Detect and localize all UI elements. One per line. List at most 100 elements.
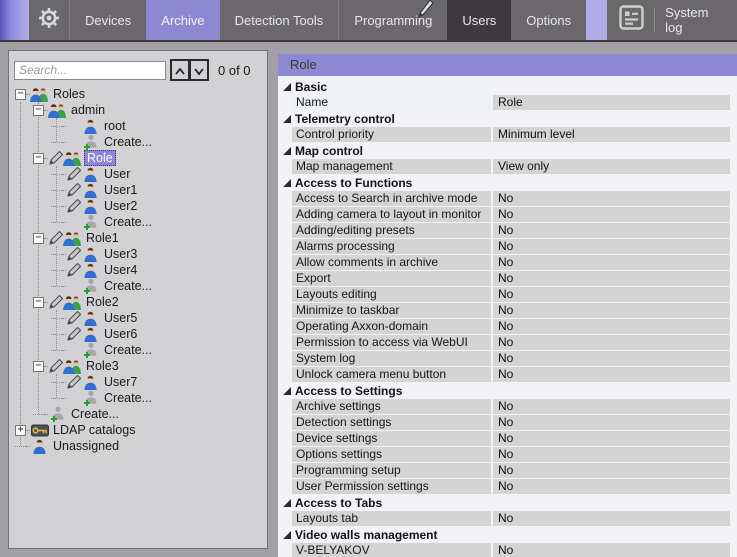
property-row-options-settings: Options settingsNo: [278, 447, 737, 462]
tab-options[interactable]: Options: [511, 0, 586, 40]
tree-item-ldap-catalogs[interactable]: +LDAP catalogs: [9, 422, 267, 438]
tab-users[interactable]: Users: [447, 0, 511, 40]
pencil-icon: [66, 311, 81, 325]
category-telemetry-control[interactable]: Telemetry control: [278, 111, 737, 127]
pencil-cursor-icon: [417, 0, 434, 24]
settings-gear-button[interactable]: [29, 0, 69, 40]
row-right-margin: [730, 335, 737, 350]
tree-connector: [51, 286, 62, 287]
collapse-expander-icon[interactable]: −: [33, 297, 44, 308]
tree-item-create[interactable]: Create...: [9, 406, 267, 422]
property-value[interactable]: No: [493, 399, 730, 414]
tab-label: Users: [462, 13, 496, 28]
property-value[interactable]: No: [493, 287, 730, 302]
property-value[interactable]: No: [493, 463, 730, 478]
tree-item-create[interactable]: Create...: [9, 134, 267, 150]
property-value[interactable]: No: [493, 239, 730, 254]
property-row-permission-to-access-via-webui: Permission to access via WebUINo: [278, 335, 737, 350]
row-gutter: [278, 287, 292, 302]
tree-item-role[interactable]: −Role: [9, 150, 267, 166]
tree-item-user6[interactable]: User6: [9, 326, 267, 342]
tree-connector: [51, 270, 62, 271]
property-name: Options settings: [292, 447, 491, 462]
tree-item-user1[interactable]: User1: [9, 182, 267, 198]
tree-item-user2[interactable]: User2: [9, 198, 267, 214]
collapse-expander-icon[interactable]: −: [15, 89, 26, 100]
property-value[interactable]: No: [493, 271, 730, 286]
collapse-expander-icon[interactable]: −: [33, 361, 44, 372]
tree-item-create[interactable]: Create...: [9, 342, 267, 358]
property-value[interactable]: Minimum level: [493, 127, 730, 142]
property-value[interactable]: No: [493, 191, 730, 206]
category-map-control[interactable]: Map control: [278, 143, 737, 159]
tree-item-user3[interactable]: User3: [9, 246, 267, 262]
property-value[interactable]: No: [493, 303, 730, 318]
tree-connector: [33, 414, 44, 415]
tree-connector: [62, 126, 66, 127]
tree-connector: [51, 398, 62, 399]
property-value[interactable]: Role: [493, 95, 730, 110]
person-icon: [30, 439, 49, 454]
property-value[interactable]: No: [493, 447, 730, 462]
property-value[interactable]: No: [493, 207, 730, 222]
property-value[interactable]: No: [493, 367, 730, 382]
collapse-expander-icon[interactable]: −: [33, 153, 44, 164]
tree-item-role2[interactable]: −Role2: [9, 294, 267, 310]
tree-item-role3[interactable]: −Role3: [9, 358, 267, 374]
tree-connector: [62, 286, 66, 287]
property-value[interactable]: View only: [493, 159, 730, 174]
tab-archive[interactable]: Archive: [146, 0, 219, 40]
tab-detection-tools[interactable]: Detection Tools: [220, 0, 339, 40]
tree-connector: [15, 446, 26, 447]
tree-item-unassigned[interactable]: Unassigned: [9, 438, 267, 454]
tree-item-create[interactable]: Create...: [9, 278, 267, 294]
property-value[interactable]: No: [493, 255, 730, 270]
tab-label: Options: [526, 13, 571, 28]
property-name: Alarms processing: [292, 239, 491, 254]
row-right-margin: [730, 319, 737, 334]
row-gutter: [278, 479, 292, 494]
tree-item-create[interactable]: Create...: [9, 390, 267, 406]
property-value[interactable]: No: [493, 479, 730, 494]
tree-item-label: User6: [102, 327, 139, 341]
property-value[interactable]: No: [493, 511, 730, 526]
tab-devices[interactable]: Devices: [69, 0, 146, 40]
property-value[interactable]: No: [493, 223, 730, 238]
tree-item-role1[interactable]: −Role1: [9, 230, 267, 246]
expand-expander-icon[interactable]: +: [15, 425, 26, 436]
property-value[interactable]: No: [493, 543, 730, 557]
property-value[interactable]: No: [493, 319, 730, 334]
tree-item-label: Create...: [102, 343, 154, 357]
collapse-expander-icon[interactable]: −: [33, 233, 44, 244]
category-basic[interactable]: Basic: [278, 79, 737, 95]
system-log-button[interactable]: System log: [607, 0, 737, 40]
category-access-to-functions[interactable]: Access to Functions: [278, 175, 737, 191]
property-value[interactable]: No: [493, 335, 730, 350]
category-access-to-tabs[interactable]: Access to Tabs: [278, 495, 737, 511]
tree-item-admin[interactable]: −admin: [9, 102, 267, 118]
search-input[interactable]: [14, 61, 166, 80]
tree-item-root[interactable]: root: [9, 118, 267, 134]
collapse-triangle-icon: [283, 179, 291, 187]
property-row-layouts-tab: Layouts tabNo: [278, 511, 737, 526]
category-video-walls-management[interactable]: Video walls management: [278, 527, 737, 543]
category-access-to-settings[interactable]: Access to Settings: [278, 383, 737, 399]
tree-item-user[interactable]: User: [9, 166, 267, 182]
search-prev-button[interactable]: [170, 59, 190, 81]
property-name: Archive settings: [292, 399, 491, 414]
property-row-detection-settings: Detection settingsNo: [278, 415, 737, 430]
property-value[interactable]: No: [493, 431, 730, 446]
tree-item-user4[interactable]: User4: [9, 262, 267, 278]
collapse-expander-icon[interactable]: −: [33, 105, 44, 116]
tree-connector: [62, 398, 66, 399]
search-next-button[interactable]: [189, 59, 209, 81]
tree-item-create[interactable]: Create...: [9, 214, 267, 230]
collapse-triangle-icon: [283, 83, 291, 91]
row-gutter: [278, 511, 292, 526]
tree-item-user5[interactable]: User5: [9, 310, 267, 326]
property-row-export: ExportNo: [278, 271, 737, 286]
property-value[interactable]: No: [493, 415, 730, 430]
tree-item-user7[interactable]: User7: [9, 374, 267, 390]
property-value[interactable]: No: [493, 351, 730, 366]
tree-item-roles[interactable]: −Roles: [9, 86, 267, 102]
